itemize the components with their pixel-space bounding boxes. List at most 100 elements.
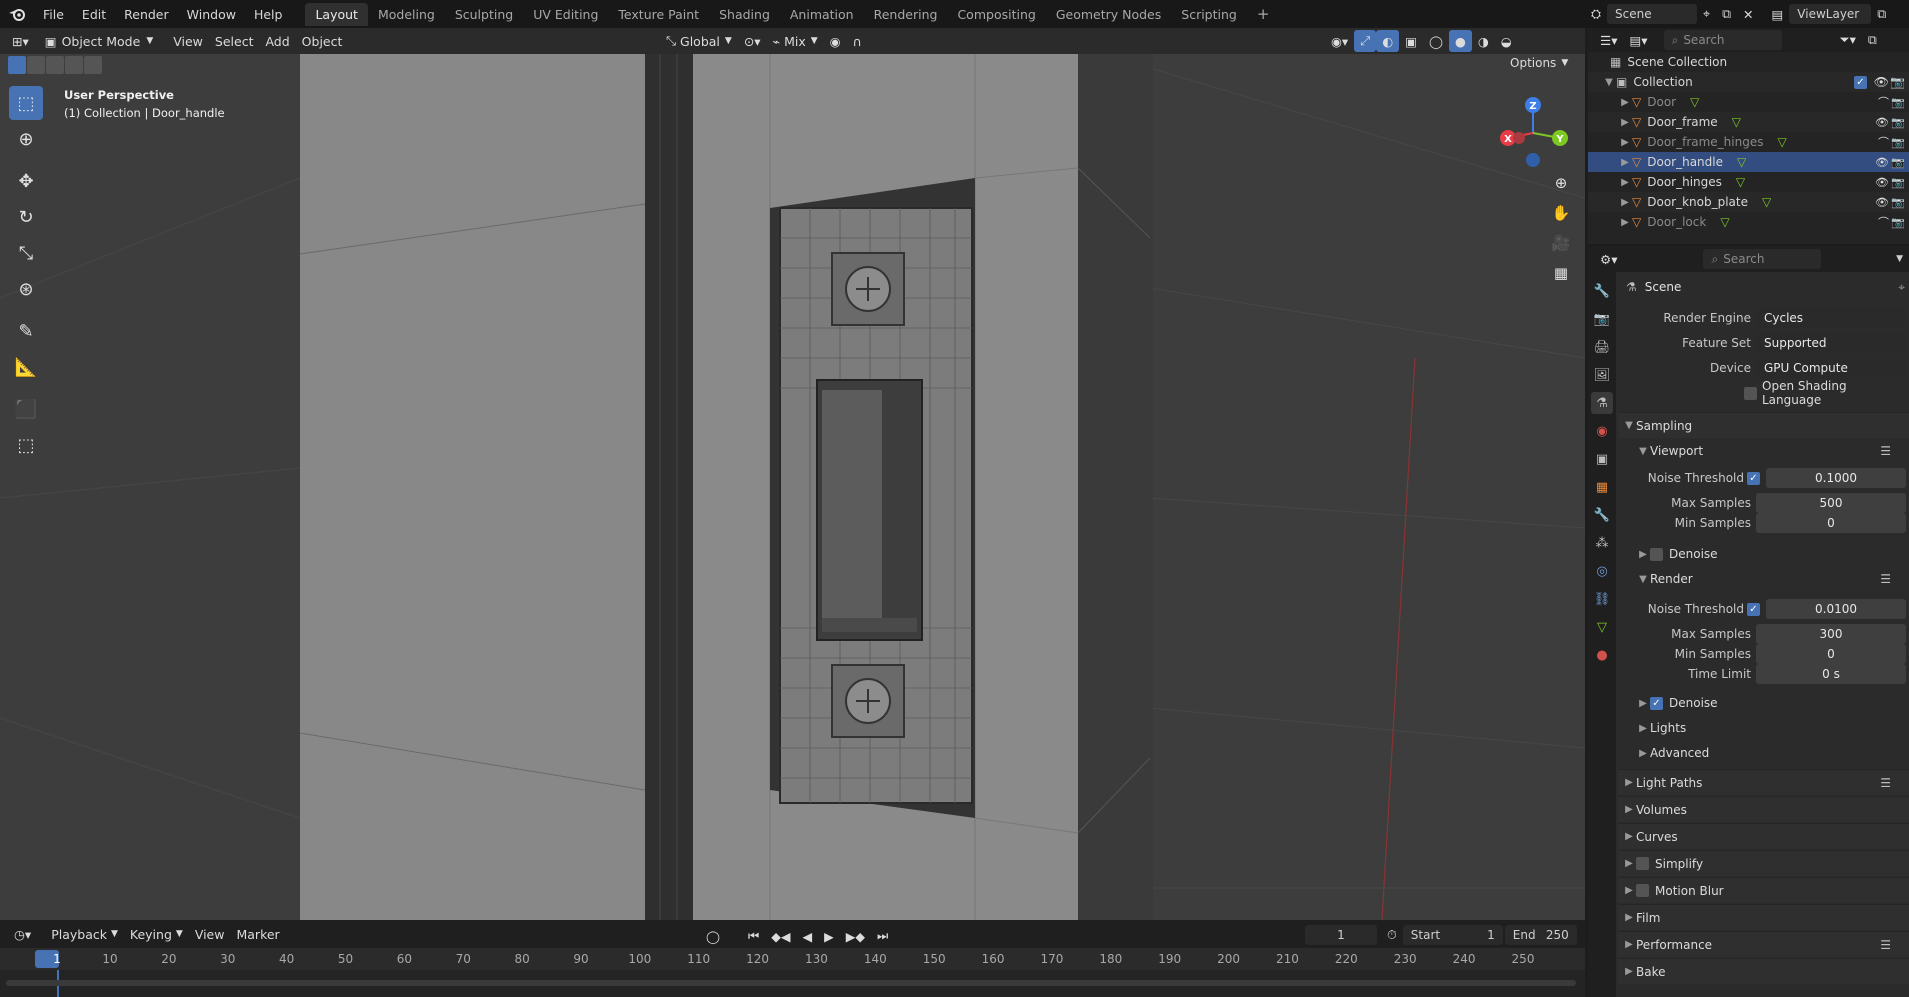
camera-icon[interactable]: 📷 xyxy=(1891,216,1905,229)
select-intersect-icon[interactable] xyxy=(84,56,102,74)
select-invert-icon[interactable] xyxy=(65,56,83,74)
tab-compositing[interactable]: Compositing xyxy=(947,3,1045,26)
viewport-noise-field[interactable]: 0.1000 xyxy=(1766,468,1906,488)
viewport-scene[interactable] xyxy=(0,28,1585,920)
camera-icon[interactable]: 📷 xyxy=(1890,75,1905,89)
device-dropdown[interactable]: GPU Compute xyxy=(1756,358,1906,378)
camera-view-icon[interactable]: 🎥 xyxy=(1548,230,1574,256)
chevron-right-icon[interactable]: ▶ xyxy=(1618,117,1632,128)
eye-icon[interactable]: 👁 xyxy=(1875,196,1889,209)
panel-bake[interactable]: ▶ Bake xyxy=(1618,958,1909,984)
particles-tab-icon[interactable]: ⁂ xyxy=(1591,532,1613,554)
viewlayer-selector[interactable]: ViewLayer xyxy=(1789,4,1872,24)
tool-tab-icon[interactable]: 🔧 xyxy=(1591,280,1613,302)
wireframe-shading-icon[interactable]: ◯ xyxy=(1423,30,1449,52)
world-tab-icon[interactable]: ◉ xyxy=(1591,420,1613,442)
add-workspace-icon[interactable]: + xyxy=(1247,1,1280,27)
menu-window[interactable]: Window xyxy=(178,7,245,22)
menu-help[interactable]: Help xyxy=(245,7,292,22)
modifier-tab-icon[interactable]: 🔧 xyxy=(1591,504,1613,526)
panel-motion-blur[interactable]: ▶ Motion Blur xyxy=(1618,877,1909,903)
play-reverse-icon[interactable]: ◀ xyxy=(797,925,819,947)
sampling-panel-header[interactable]: ▼ Sampling xyxy=(1618,412,1909,438)
pin-icon[interactable]: ⌖ xyxy=(1697,3,1716,25)
menu-select[interactable]: Select xyxy=(209,30,260,52)
menu-file[interactable]: File xyxy=(34,7,73,22)
properties-search[interactable]: ⌕ Search xyxy=(1703,249,1822,269)
collection-row[interactable]: ▼ ▣ Collection ✓ 👁 📷 xyxy=(1588,72,1909,92)
osl-checkbox[interactable] xyxy=(1744,386,1757,400)
chevron-right-icon[interactable]: ▶ xyxy=(1618,217,1632,228)
camera-icon[interactable]: 📷 xyxy=(1891,136,1905,149)
select-extend-icon[interactable] xyxy=(27,56,45,74)
chevron-down-icon[interactable]: ▼ xyxy=(1896,254,1903,264)
mesh-data-icon[interactable]: ▽ xyxy=(1732,115,1741,129)
jump-keyframe-forward-icon[interactable]: ▶◆ xyxy=(840,925,871,947)
panel-simplify[interactable]: ▶ Simplify xyxy=(1618,850,1909,876)
view-layer-tab-icon[interactable]: 🖼 xyxy=(1591,364,1613,386)
outliner-item-door-hinges[interactable]: ▶ ▽ Door_hinges ▽ 👁 📷 xyxy=(1588,172,1909,192)
properties-editor-icon[interactable]: ⚙▾ xyxy=(1594,248,1623,270)
camera-icon[interactable]: 📷 xyxy=(1891,96,1905,109)
panel-performance[interactable]: ▶ Performance ☰ xyxy=(1618,931,1909,957)
xray-icon[interactable]: ▣ xyxy=(1399,30,1423,52)
navigation-gizmo[interactable]: Z Y X xyxy=(1488,88,1578,178)
solid-shading-icon[interactable]: ● xyxy=(1448,30,1472,52)
scene-collection-row[interactable]: ▦ Scene Collection xyxy=(1588,52,1909,72)
zoom-icon[interactable]: ⊕ xyxy=(1548,170,1574,196)
camera-icon[interactable]: 📷 xyxy=(1891,116,1905,129)
annotate-icon[interactable]: ✎ xyxy=(9,314,43,348)
mesh-data-icon[interactable]: ▽ xyxy=(1762,195,1771,209)
panel-checkbox[interactable] xyxy=(1636,857,1649,870)
render-min-samples-field[interactable]: 0 xyxy=(1756,644,1906,664)
stopwatch-icon[interactable]: ⏱ xyxy=(1381,924,1403,946)
start-frame-field[interactable]: Start 1 xyxy=(1402,925,1503,945)
preset-list-icon[interactable]: ☰ xyxy=(1880,776,1891,790)
rendered-shading-icon[interactable]: ◒ xyxy=(1495,30,1518,52)
menu-object[interactable]: Object xyxy=(296,30,349,52)
select-new-icon[interactable] xyxy=(8,56,26,74)
tab-uv-editing[interactable]: UV Editing xyxy=(523,3,608,26)
viewport-max-samples-field[interactable]: 500 xyxy=(1756,493,1906,513)
mesh-data-icon[interactable]: ▽ xyxy=(1737,155,1746,169)
auto-keying-icon[interactable]: ◯ xyxy=(700,925,726,947)
menu-marker[interactable]: Marker xyxy=(230,923,285,945)
viewport-noise-checkbox[interactable]: ✓ xyxy=(1747,471,1760,485)
viewlayer-icon[interactable]: ▤ xyxy=(1765,3,1789,25)
add-object-icon[interactable]: ⬚ xyxy=(9,428,43,462)
cursor-icon[interactable]: ⊕ xyxy=(9,122,43,156)
eye-closed-icon[interactable]: ⌒ xyxy=(1878,94,1889,110)
tab-geometry-nodes[interactable]: Geometry Nodes xyxy=(1046,3,1171,26)
preset-list-icon[interactable]: ☰ xyxy=(1880,938,1891,952)
transform-icon[interactable]: ⊛ xyxy=(9,272,43,306)
menu-add[interactable]: Add xyxy=(259,30,295,52)
tab-modeling[interactable]: Modeling xyxy=(368,3,445,26)
panel-curves[interactable]: ▶ Curves xyxy=(1618,823,1909,849)
mesh-data-icon[interactable]: ▽ xyxy=(1736,175,1745,189)
panel-film[interactable]: ▶ Film xyxy=(1618,904,1909,930)
viewport-denoise-row[interactable]: ▶ Denoise xyxy=(1618,543,1909,565)
tab-rendering[interactable]: Rendering xyxy=(864,3,948,26)
render-tab-icon[interactable]: 📷 xyxy=(1591,308,1613,330)
eye-icon[interactable]: 👁 xyxy=(1875,116,1889,129)
outliner-item-door-knob-plate[interactable]: ▶ ▽ Door_knob_plate ▽ 👁 📷 xyxy=(1588,192,1909,212)
perspective-toggle-icon[interactable]: ▦ xyxy=(1548,260,1574,286)
render-noise-field[interactable]: 0.0100 xyxy=(1766,599,1906,619)
outliner-item-door-frame-hinges[interactable]: ▶ ▽ Door_frame_hinges ▽ ⌒ 📷 xyxy=(1588,132,1909,152)
menu-edit[interactable]: Edit xyxy=(73,7,115,22)
jump-end-icon[interactable]: ⏭ xyxy=(871,925,894,947)
eye-closed-icon[interactable]: ⌒ xyxy=(1878,214,1889,230)
tab-texture-paint[interactable]: Texture Paint xyxy=(608,3,709,26)
render-time-limit-field[interactable]: 0 s xyxy=(1756,664,1906,684)
new-viewlayer-icon[interactable]: ⧉ xyxy=(1871,3,1892,25)
snap-selector[interactable]: ⌁ Mix ▼ xyxy=(767,30,824,52)
outliner-item-door-handle[interactable]: ▶ ▽ Door_handle ▽ 👁 📷 xyxy=(1588,152,1909,172)
render-engine-dropdown[interactable]: Cycles xyxy=(1756,308,1906,328)
chevron-right-icon[interactable]: ▶ xyxy=(1618,177,1632,188)
panel-checkbox[interactable] xyxy=(1636,884,1649,897)
outliner-item-door-frame[interactable]: ▶ ▽ Door_frame ▽ 👁 📷 xyxy=(1588,112,1909,132)
camera-icon[interactable]: 📷 xyxy=(1891,196,1905,209)
eye-closed-icon[interactable]: ⌒ xyxy=(1878,134,1889,150)
pivot-icon[interactable]: ⊙▾ xyxy=(738,30,767,52)
lights-subpanel[interactable]: ▶ Lights xyxy=(1618,717,1909,739)
